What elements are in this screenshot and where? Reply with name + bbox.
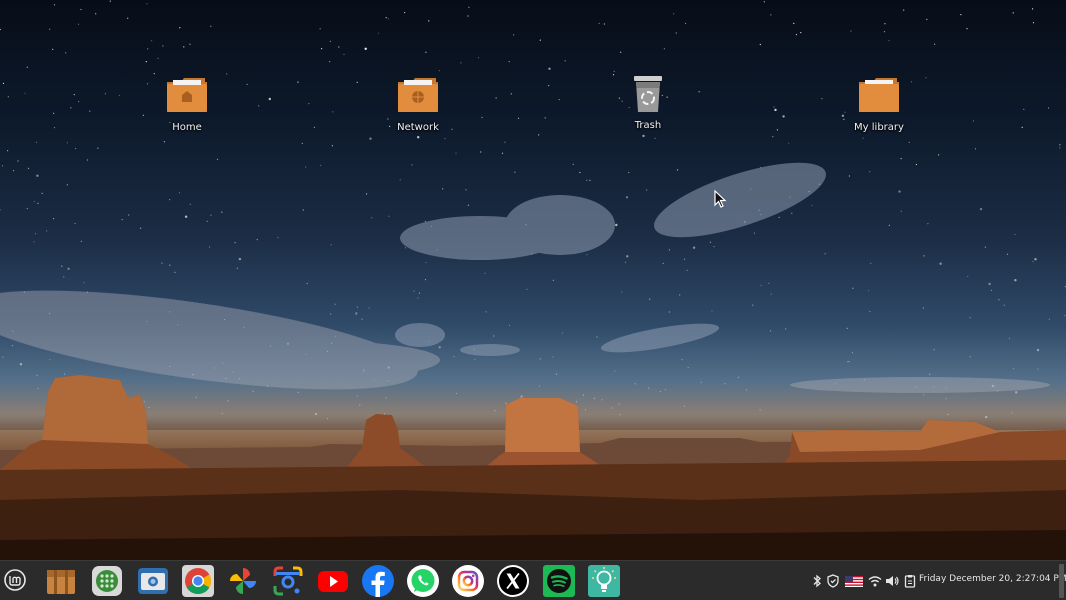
instagram-icon — [452, 565, 484, 597]
clock[interactable]: Friday December 20, 2:27:04 PM — [919, 574, 1066, 584]
facebook-icon — [362, 565, 394, 597]
bluetooth-icon[interactable] — [809, 573, 825, 589]
launcher-youtube[interactable] — [313, 563, 353, 599]
launcher-google-photos[interactable] — [223, 563, 263, 599]
launcher-spotify[interactable] — [539, 563, 579, 599]
app-grid-icon — [92, 566, 122, 596]
x-icon — [497, 565, 529, 597]
launcher-whatsapp[interactable] — [403, 563, 443, 599]
desktop-icon-label: My library — [854, 122, 904, 133]
desktop-icon-label: Home — [172, 122, 202, 133]
launcher-instagram[interactable] — [448, 563, 488, 599]
launcher-google-lens[interactable] — [268, 563, 308, 599]
us-flag-keyboard-icon[interactable] — [845, 573, 863, 589]
taskbar-panel: Friday December 20, 2:27:04 PM — [0, 560, 1066, 600]
launcher-x[interactable] — [493, 563, 533, 599]
screenshot-camera-icon — [138, 568, 168, 594]
trash-icon — [634, 76, 662, 112]
desktop-icon-trash[interactable]: Trash — [603, 74, 693, 131]
folder-icon — [859, 78, 899, 112]
launcher-ideas[interactable] — [584, 563, 624, 599]
launcher-screenshot[interactable] — [133, 563, 173, 599]
show-desktop-button[interactable] — [1059, 564, 1064, 598]
desktop-icon-network[interactable]: Network — [373, 76, 463, 133]
desktop-icon-home[interactable]: Home — [142, 76, 232, 133]
google-photos-icon — [230, 568, 256, 594]
shield-icon[interactable] — [825, 573, 841, 589]
launcher-file-manager[interactable] — [41, 563, 81, 599]
ideas-bulb-icon — [588, 565, 620, 597]
home-folder-icon — [167, 78, 207, 112]
mouse-pointer-icon — [714, 190, 727, 208]
clipboard-icon[interactable] — [902, 573, 918, 589]
spotify-icon — [543, 565, 575, 597]
desktop-icon-label: Trash — [634, 120, 662, 131]
whatsapp-icon — [407, 565, 439, 597]
youtube-icon — [318, 571, 348, 592]
launcher-chrome[interactable] — [178, 563, 218, 599]
wifi-icon[interactable] — [867, 573, 883, 589]
file-manager-icon — [47, 570, 75, 594]
desktop-icon-my-library[interactable]: My library — [834, 76, 924, 133]
mint-menu-icon[interactable] — [3, 568, 27, 592]
chrome-icon — [182, 565, 214, 597]
network-folder-icon — [398, 78, 438, 112]
google-lens-icon — [273, 566, 303, 596]
desktop-icon-label: Network — [397, 122, 439, 133]
launcher-facebook[interactable] — [358, 563, 398, 599]
volume-icon[interactable] — [884, 573, 900, 589]
launcher-app-grid[interactable] — [87, 563, 127, 599]
